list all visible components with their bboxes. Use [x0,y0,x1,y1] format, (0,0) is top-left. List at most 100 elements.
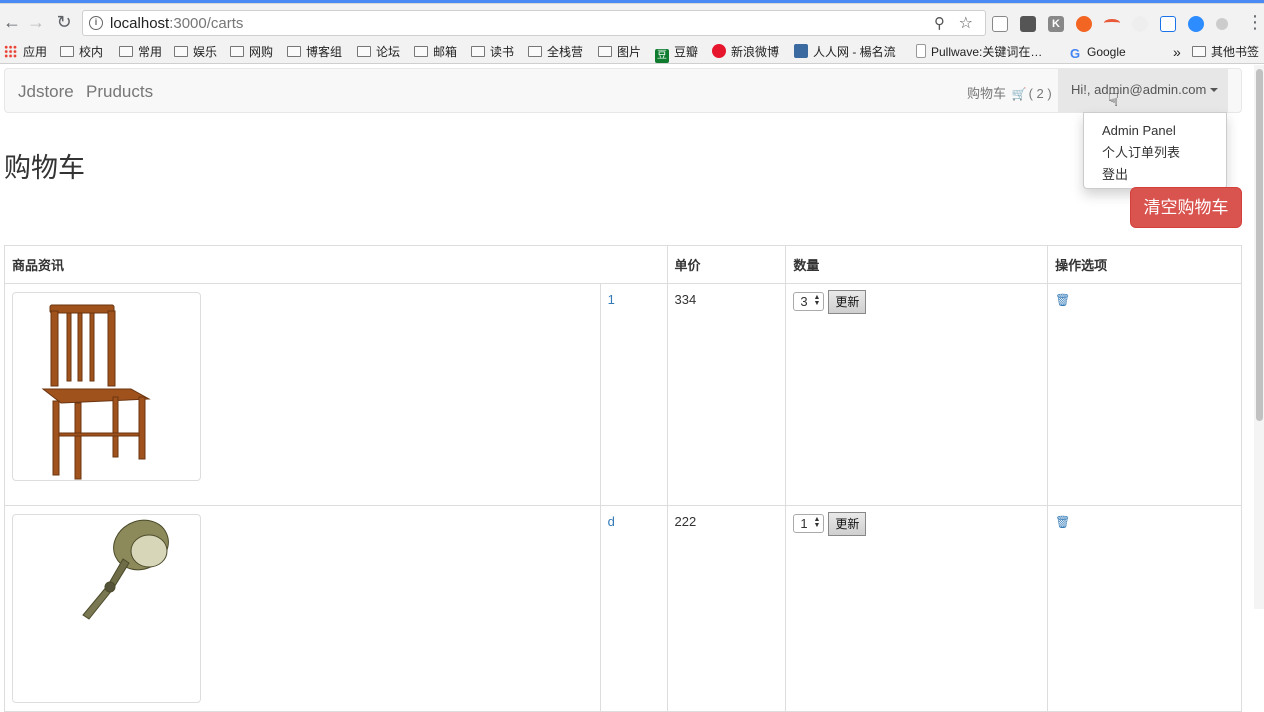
folder-icon [230,46,244,57]
lamp-image [82,519,169,620]
bookmark-folder[interactable]: 校内 [60,43,103,61]
menu-item-logout[interactable]: 登出 [1084,164,1226,186]
shopping-cart-icon: 🛒 [1011,87,1027,101]
forward-icon[interactable]: → [24,10,48,34]
product-link[interactable]: d [608,514,615,529]
weibo-icon [712,44,726,58]
bookmark-folder[interactable]: 娱乐 [174,43,217,61]
bookmark-douban[interactable]: 豆豆瓣 [655,43,698,63]
zoom-extension-icon[interactable] [1188,16,1204,32]
folder-icon [414,46,428,57]
update-button[interactable]: 更新 [828,290,867,314]
bookmark-folder[interactable]: 常用 [119,43,162,61]
back-icon[interactable]: ← [0,10,24,34]
folder-icon [60,46,74,57]
bookmark-folder[interactable]: 图片 [598,43,641,61]
cart-label: 购物车 [967,86,1007,101]
bookmark-star-icon[interactable]: ☆ [959,13,973,33]
quantity-value: 3 [800,294,808,309]
bookmark-other[interactable]: 其他书签 [1192,43,1259,61]
trash-icon[interactable]: 🗑 [1055,293,1070,307]
chair-image [41,304,151,480]
folder-icon [1192,46,1206,57]
user-dropdown-menu: Admin Panel 个人订单列表 登出 [1083,112,1227,189]
folder-icon [471,46,485,57]
product-link[interactable]: 1 [608,292,615,307]
page-icon [916,44,926,58]
bookmark-google[interactable]: G Google [1068,43,1126,61]
select-arrows-icon: ▲ ▼ [813,516,821,529]
folder-icon [598,46,612,57]
scrollbar-thumb[interactable] [1256,69,1263,421]
active-tab-accent [0,0,1264,3]
grey-extension-icon[interactable] [1216,18,1228,30]
clear-cart-button[interactable]: 清空购物车 [1130,187,1242,228]
table-header-row: 商品资讯 单价 数量 操作选项 [4,245,1242,284]
apps-grid-icon [4,45,17,58]
menu-item-admin-panel[interactable]: Admin Panel [1084,120,1226,142]
table-row: 1 334 3 ▲ ▼ 更新 🗑 [4,283,1242,506]
folder-icon [287,46,301,57]
bookmark-folder[interactable]: 读书 [471,43,514,61]
page-scrollbar[interactable] [1254,65,1264,609]
bookmark-folder[interactable]: 网购 [230,43,273,61]
product-image-cell [4,283,601,506]
site-navbar: Jdstore Pruducts 购物车 🛒( 2 ) Hi!, admin@a… [4,68,1242,113]
quantity-select[interactable]: 3 ▲ ▼ [793,292,825,311]
folder-icon [528,46,542,57]
k-extension-icon[interactable]: K [1048,16,1064,32]
quantity-value: 1 [800,516,808,531]
faded-extension-icon[interactable] [1132,16,1148,32]
user-dropdown-toggle[interactable]: Hi!, admin@admin.com [1058,68,1228,113]
brand-link[interactable]: Jdstore [18,82,74,102]
extension-icon[interactable] [1020,16,1036,32]
bookmark-folder[interactable]: 邮箱 [414,43,457,61]
gmail-extension-icon[interactable] [992,16,1008,32]
product-thumbnail-chair[interactable] [12,292,201,481]
arc-extension-icon[interactable] [1104,19,1120,27]
select-arrows-icon: ▲ ▼ [813,294,821,307]
product-name-cell: 1 [599,283,668,506]
cart-count: ( 2 ) [1028,86,1052,101]
header-product-info: 商品资讯 [4,245,668,284]
menu-item-my-orders[interactable]: 个人订单列表 [1084,142,1226,164]
orange-extension-icon[interactable] [1076,16,1092,32]
info-icon[interactable]: i [89,16,103,30]
bookmarks-overflow-chevron[interactable]: » [1173,43,1181,61]
bookmark-renren[interactable]: 人人网 - 楊名流 [794,43,896,61]
update-button[interactable]: 更新 [828,512,867,536]
browser-toolbar: ← → ↻ i localhost:3000/carts ⚲ ☆ K ⋮ [0,4,1264,40]
actions-cell: 🗑 [1047,283,1242,506]
browser-menu-icon[interactable]: ⋮ [1246,13,1264,31]
header-actions: 操作选项 [1047,245,1242,284]
url-text[interactable]: localhost:3000/carts [110,15,243,32]
bookmark-weibo[interactable]: 新浪微博 [712,43,779,61]
folder-icon [357,46,371,57]
quantity-select[interactable]: 1 ▲ ▼ [793,514,825,533]
cart-link[interactable]: 购物车 🛒( 2 ) [967,83,1052,102]
header-quantity: 数量 [785,245,1049,284]
products-link[interactable]: Pruducts [86,82,153,102]
folder-icon [119,46,133,57]
address-bar[interactable]: i localhost:3000/carts ⚲ ☆ [82,10,986,36]
hand-cursor-icon: ☟ [1108,90,1119,110]
bookmark-folder[interactable]: 博客组 [287,43,342,61]
page-title: 购物车 [4,153,85,183]
bookmark-apps[interactable]: 应用 [4,43,47,61]
bookmark-folder[interactable]: 全栈营 [528,43,583,61]
bookmark-pullwave[interactable]: Pullwave:关键词在… [916,43,1042,61]
user-label: Hi!, admin@admin.com [1071,82,1207,97]
caret-down-icon [1210,88,1219,92]
trash-icon[interactable]: 🗑 [1055,515,1070,529]
search-icon[interactable]: ⚲ [934,14,945,32]
cart-table: 商品资讯 单价 数量 操作选项 1 334 3 ▲ ▼ 更新 🗑 d 222 1… [4,245,1242,712]
douban-icon: 豆 [655,49,669,63]
price-cell: 334 [666,283,787,506]
bookmarks-bar: 应用 校内 常用 娱乐 网购 博客组 论坛 邮箱 读书 全栈营 图片 豆豆瓣 新… [0,40,1264,64]
folder-icon [174,46,188,57]
header-unit-price: 单价 [666,245,787,284]
bookmark-folder[interactable]: 论坛 [357,43,400,61]
screenshot-extension-icon[interactable] [1160,16,1176,32]
reload-icon[interactable]: ↻ [52,10,76,34]
renren-icon [794,44,808,58]
